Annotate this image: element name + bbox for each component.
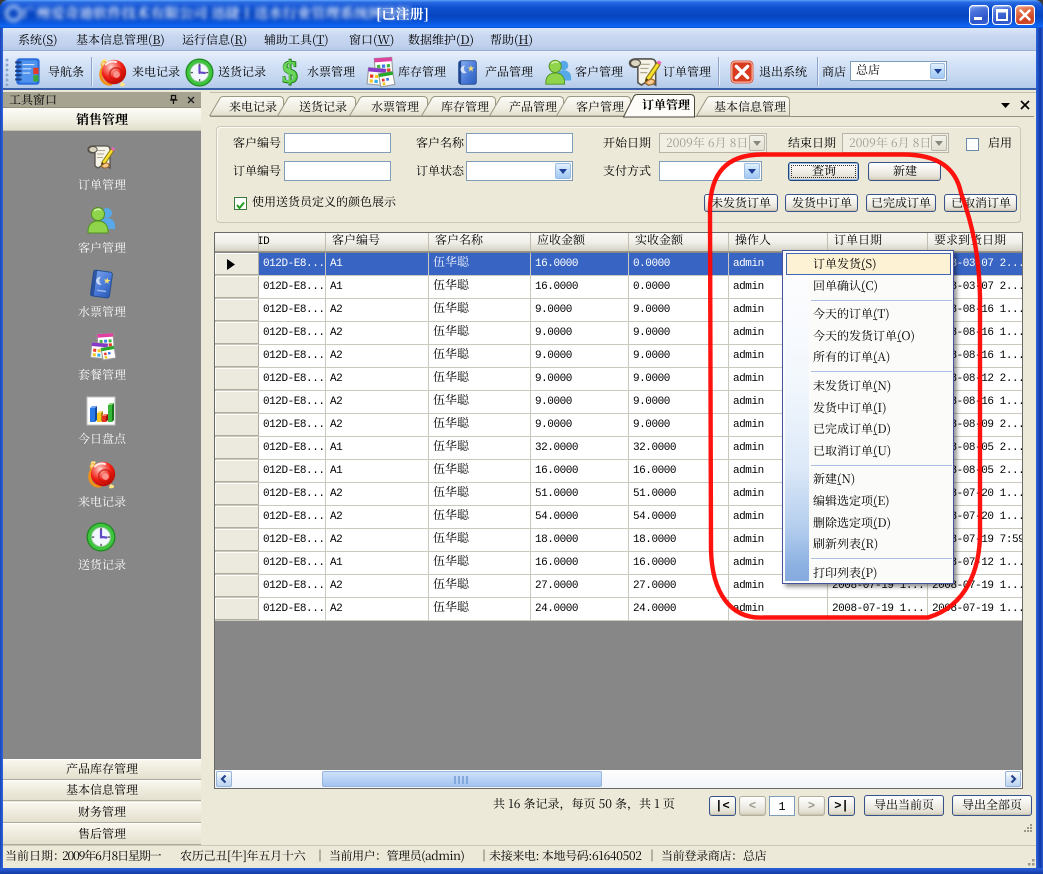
svg-text:$: $ <box>282 58 297 86</box>
